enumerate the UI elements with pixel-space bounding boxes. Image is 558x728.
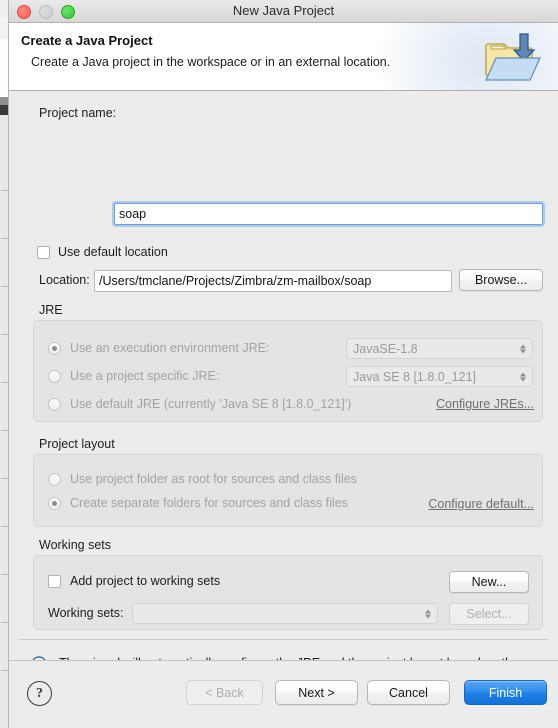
folder-import-icon (484, 33, 542, 81)
next-button[interactable]: Next > (275, 680, 358, 705)
help-button-label: ? (36, 685, 43, 701)
working-sets-group-title: Working sets (39, 538, 112, 552)
jre-project-specific-label: Use a project specific JRE: (70, 369, 220, 383)
browse-button[interactable]: Browse... (459, 269, 543, 291)
add-project-to-working-sets-label: Add project to working sets (70, 574, 221, 588)
new-working-set-button[interactable]: New... (449, 571, 529, 593)
dialog-titlebar[interactable]: New Java Project (9, 0, 558, 23)
jre-execution-environment-label: Use an execution environment JRE: (70, 341, 270, 355)
jre-project-specific-combo-value: Java SE 8 [1.8.0_121] (353, 369, 477, 384)
layout-option-separate-folders[interactable]: Create separate folders for sources and … (48, 496, 348, 510)
info-separator (19, 639, 548, 640)
back-button[interactable]: < Back (186, 680, 263, 705)
jre-execution-environment-radio[interactable] (48, 341, 61, 355)
jre-default-radio[interactable] (48, 397, 61, 411)
cancel-button-label: Cancel (389, 685, 428, 700)
page-title: Create a Java Project (21, 33, 153, 48)
layout-project-folder-label: Use project folder as root for sources a… (70, 472, 357, 486)
project-name-input[interactable] (114, 203, 543, 225)
working-sets-combo[interactable] (132, 603, 438, 624)
configure-jres-link[interactable]: Configure JREs... (436, 397, 534, 411)
finish-button-label: Finish (488, 685, 523, 700)
jre-group-title: JRE (39, 303, 63, 317)
project-layout-group (33, 454, 543, 527)
dialog-footer: ? < Back Next > Cancel Finish (9, 660, 558, 728)
jre-option-execution-environment[interactable]: Use an execution environment JRE: (48, 341, 269, 355)
jre-execution-environment-combo[interactable]: JavaSE-1.8 (346, 338, 533, 359)
chevron-updown-icon (425, 609, 431, 618)
browse-button-label: Browse... (474, 273, 528, 287)
working-sets-combo-label: Working sets: (48, 606, 124, 620)
use-default-location-checkbox[interactable] (37, 245, 50, 259)
wizard-header: Create a Java Project Create a Java proj… (9, 23, 558, 91)
location-label: Location: (39, 273, 90, 287)
select-working-set-button[interactable]: Select... (449, 603, 529, 625)
window-title: New Java Project (232, 3, 335, 18)
dialog-body: Project name: Use default location Locat… (9, 91, 558, 687)
new-working-set-label: New... (471, 575, 507, 589)
cancel-button[interactable]: Cancel (367, 680, 450, 705)
layout-option-project-folder-root[interactable]: Use project folder as root for sources a… (48, 472, 357, 486)
location-input[interactable] (94, 270, 452, 292)
add-project-to-working-sets-checkbox[interactable] (48, 574, 61, 588)
use-default-location-row[interactable]: Use default location (37, 245, 168, 259)
project-layout-group-title: Project layout (39, 437, 115, 451)
jre-project-specific-combo[interactable]: Java SE 8 [1.8.0_121] (346, 366, 533, 387)
jre-option-project-specific[interactable]: Use a project specific JRE: (48, 369, 219, 383)
jre-execution-environment-combo-value: JavaSE-1.8 (353, 341, 418, 356)
window-controls (17, 5, 75, 19)
jre-project-specific-radio[interactable] (48, 369, 61, 383)
minimize-button[interactable] (39, 5, 53, 19)
jre-option-default[interactable]: Use default JRE (currently 'Java SE 8 [1… (48, 397, 351, 411)
layout-separate-folders-radio[interactable] (48, 496, 61, 510)
working-sets-combo-row: Working sets: (48, 606, 124, 620)
configure-default-link[interactable]: Configure default... (428, 497, 534, 511)
layout-project-folder-radio[interactable] (48, 472, 61, 486)
project-name-label: Project name: (39, 106, 117, 120)
new-java-project-dialog: New Java Project Create a Java Project C… (8, 0, 558, 728)
select-working-set-label: Select... (466, 607, 512, 621)
page-description: Create a Java project in the workspace o… (31, 55, 391, 69)
finish-button[interactable]: Finish (464, 680, 547, 705)
back-button-label: < Back (205, 685, 244, 700)
chevron-updown-icon (520, 344, 526, 353)
add-project-to-working-sets-row[interactable]: Add project to working sets (48, 574, 220, 588)
chevron-updown-icon (520, 372, 526, 381)
help-button[interactable]: ? (27, 681, 52, 706)
project-name-row: Project name: (39, 106, 116, 120)
jre-default-label: Use default JRE (currently 'Java SE 8 [1… (70, 397, 352, 411)
layout-separate-folders-label: Create separate folders for sources and … (70, 496, 348, 510)
location-row: Location: (39, 273, 90, 287)
maximize-button[interactable] (61, 5, 75, 19)
next-button-label: Next > (298, 685, 335, 700)
use-default-location-label: Use default location (58, 245, 168, 259)
close-button[interactable] (17, 5, 31, 19)
